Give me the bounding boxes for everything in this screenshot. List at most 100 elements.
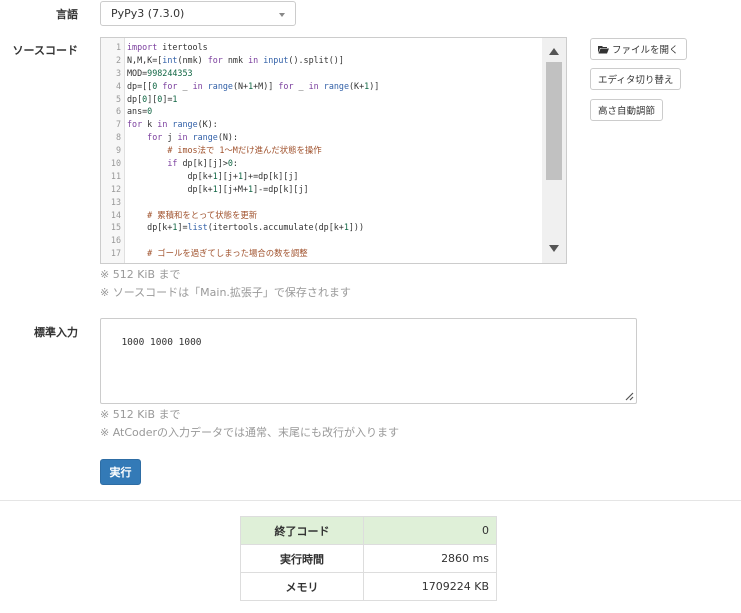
code-text: if dp[k][j]>0: — [127, 157, 238, 170]
code-line: 3 MOD=998244353 — [101, 67, 542, 80]
code-text: MOD=998244353 — [127, 67, 193, 80]
line-number: 1 — [115, 42, 121, 52]
code-token: range — [192, 132, 218, 143]
source-size-note: ※ 512 KiB まで — [100, 268, 181, 281]
code-token: dp[k+ — [127, 222, 173, 233]
code-line: 2 N,M,K=[int(nmk) for nmk in input().spli… — [101, 54, 542, 67]
line-number: 2 — [115, 54, 121, 65]
code-token: j — [162, 132, 178, 143]
line-number: 10 — [110, 158, 121, 169]
resize-grip-icon[interactable] — [622, 389, 634, 401]
code-token: in — [157, 119, 168, 130]
code-text: # imos法で 1～Mだけ進んだ状態を操作 — [127, 144, 322, 157]
line-number: 13 — [110, 196, 121, 207]
code-token: for — [162, 80, 178, 91]
code-token: dp[k+ — [127, 183, 213, 194]
code-token: dp[k][j]> — [177, 158, 228, 169]
editor-toggle-label: エディタ切り替え — [598, 75, 674, 86]
code-token: itertools — [157, 42, 208, 52]
code-token: k — [142, 119, 158, 130]
code-line: 6 ans=0 — [101, 105, 542, 118]
code-line: 17 # ゴールを過ぎてしまった場合の数を調整 — [101, 247, 542, 260]
language-label: 言語 — [56, 8, 78, 21]
code-token: (N+ — [232, 80, 249, 91]
memory-value: 1709224 KB — [363, 572, 497, 601]
auto-height-button[interactable]: 高さ自動調節 — [590, 99, 664, 121]
folder-open-icon — [598, 45, 609, 53]
source-save-note: ※ ソースコードは「Main.拡張子」で保存されます — [100, 286, 351, 299]
code-text: for k in range(K): — [127, 118, 218, 131]
code-line: 15 dp[k+1]=list(itertools.accumulate(dp[… — [101, 221, 542, 234]
code-line: 12 dp[k+1][j+M+1]-=dp[k][j] — [101, 183, 542, 196]
editor-scrollbar[interactable] — [542, 38, 566, 263]
auto-height-label: 高さ自動調節 — [598, 106, 656, 117]
code-token: ans= — [127, 106, 148, 117]
code-line: 5 dp[0][0]=1 — [101, 93, 542, 106]
code-token: for — [207, 54, 223, 65]
code-token: range — [323, 80, 349, 91]
exit-code-value: 0 — [363, 516, 497, 545]
exec-time-label: 実行時間 — [240, 544, 364, 573]
code-token: (nmk) — [177, 54, 208, 65]
open-file-button[interactable]: ファイルを開く — [590, 38, 687, 60]
code-token: 998244353 — [147, 67, 193, 78]
scroll-up-icon[interactable] — [549, 48, 559, 55]
code-token: 0 — [147, 106, 153, 117]
code-token: # imos法で 1～Mだけ進んだ状態を操作 — [127, 145, 322, 156]
line-number: 5 — [115, 93, 121, 104]
code-token: dp[ — [127, 93, 143, 104]
result-row-exit-code: 終了コード 0 — [240, 516, 497, 545]
editor-toggle-button[interactable]: エディタ切り替え — [590, 68, 682, 90]
code-token: dp[k+ — [127, 170, 213, 181]
code-token: ][ — [147, 93, 158, 104]
code-token: (N): — [217, 132, 238, 143]
source-code-label: ソースコード — [12, 44, 78, 57]
result-row-exec-time: 実行時間 2860 ms — [240, 544, 497, 573]
result-row-memory: メモリ 1709224 KB — [240, 572, 497, 601]
code-line: 4 dp=[[0 for _ in range(N+1+M)] for _ in … — [101, 80, 542, 93]
code-line: 16 — [101, 234, 542, 247]
code-token: for — [147, 132, 163, 143]
code-token: _ — [177, 80, 193, 91]
run-button[interactable]: 実行 — [100, 459, 141, 485]
code-text: dp[k+1][j+M+1]-=dp[k][j] — [127, 183, 309, 196]
stdin-value: 1000 1000 1000 — [121, 337, 202, 348]
code-token: (K): — [197, 119, 218, 130]
exec-time-value: 2860 ms — [363, 544, 497, 573]
code-token: )] — [369, 80, 380, 91]
scroll-thumb[interactable] — [546, 62, 562, 180]
code-line: 13 — [101, 196, 542, 209]
code-text: dp[k+1][j+1]+=dp[k][j] — [127, 170, 299, 183]
stdin-input[interactable]: 1000 1000 1000 — [100, 318, 637, 404]
code-token: _ — [293, 80, 309, 91]
code-text: dp=[[0 for _ in range(N+1+M)] for _ in r… — [127, 80, 379, 93]
scroll-down-icon[interactable] — [549, 245, 559, 252]
code-token: MOD= — [127, 67, 148, 78]
code-token: for — [278, 80, 294, 91]
code-token: in — [192, 80, 203, 91]
code-token: list — [187, 222, 208, 233]
code-token: (K+ — [349, 80, 365, 91]
code-text: # 累積和をとって状態を更新 — [127, 209, 257, 222]
code-token: nmk — [222, 54, 249, 65]
line-number: 3 — [115, 67, 121, 78]
code-token: dp=[[ — [127, 80, 153, 91]
code-token: ][j+M+ — [217, 183, 249, 194]
language-select[interactable]: PyPy3 (7.3.0) — [100, 1, 296, 26]
code-token: +M)] — [253, 80, 279, 91]
code-token: ]-=dp[k][j] — [253, 183, 309, 194]
code-text: N,M,K=[int(nmk) for nmk in input().split… — [127, 54, 344, 67]
code-line: 1 import itertools — [101, 41, 542, 54]
code-token: for — [127, 119, 143, 130]
code-text: import itertools — [127, 41, 208, 54]
code-editor[interactable]: 1 import itertools 2 N,M,K=[int(nmk) for nm… — [100, 37, 567, 264]
code-token: ][j+ — [217, 170, 238, 181]
line-number: 14 — [110, 209, 121, 220]
code-token: # ゴールを過ぎてしまった場合の数を調整 — [127, 248, 308, 259]
line-number: 11 — [110, 170, 121, 181]
code-token: in — [248, 54, 259, 65]
code-token: input — [263, 54, 289, 65]
line-number: 8 — [115, 132, 121, 143]
code-token: # 累積和をとって状態を更新 — [127, 209, 258, 220]
